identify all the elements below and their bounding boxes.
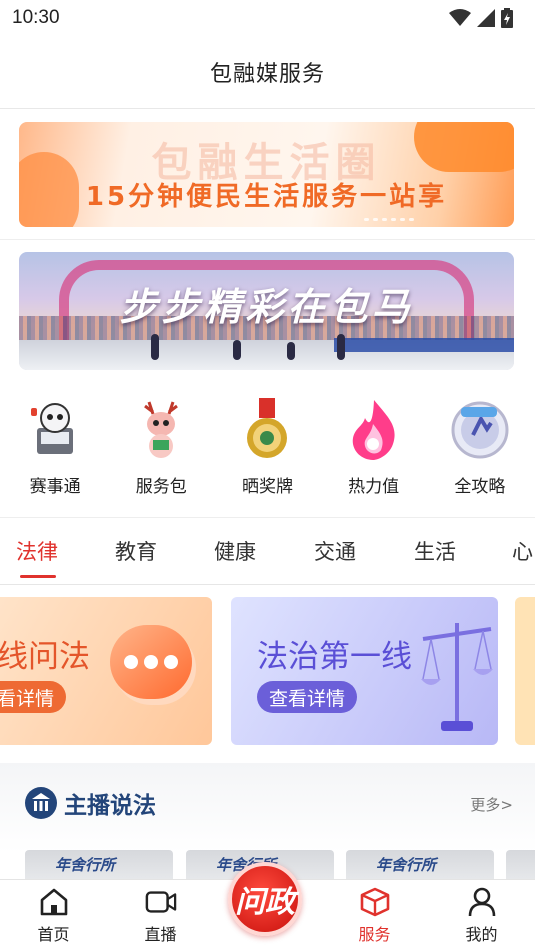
deer-mascot-icon (129, 398, 193, 462)
tab-life[interactable]: 生活 (414, 536, 456, 566)
battery-icon (501, 8, 513, 28)
flame-icon (342, 398, 406, 462)
nav-mine[interactable]: 我的 (428, 880, 535, 951)
runner-figure (151, 334, 159, 360)
nav-label: 我的 (465, 925, 498, 944)
runner-figure (287, 342, 295, 360)
card-law-frontline[interactable]: 法治第一线 查看详情 (231, 597, 498, 745)
center-button-label: 问政 (235, 885, 295, 920)
thumbnail-caption: 年舍行所 (55, 856, 116, 874)
video-thumbnail[interactable]: 年舍行所 (346, 850, 494, 880)
banner-subtitle: 15分钟便民生活服务一站享 (85, 182, 448, 212)
active-tab-indicator (20, 575, 56, 578)
status-icons (449, 8, 513, 28)
video-icon (145, 886, 177, 918)
banner-decoration (334, 338, 514, 352)
video-thumbnail[interactable] (506, 850, 535, 880)
divider (0, 239, 535, 240)
card-online-legal[interactable]: 在线问法 查看详情 (0, 597, 212, 745)
video-thumbnail[interactable]: 年舍行所 (25, 850, 173, 880)
tab-education[interactable]: 教育 (115, 536, 157, 566)
tab-psychology[interactable]: 心 (512, 536, 533, 566)
quick-link-shaijiangpai[interactable]: 晒奖牌 (217, 392, 317, 507)
quick-link-label: 服务包 (135, 477, 187, 497)
courthouse-icon (25, 787, 57, 819)
signal-icon (477, 9, 495, 27)
scales-icon (421, 623, 493, 731)
quick-links: 赛事通 服务包 晒奖牌 热力值 全攻略 (0, 392, 535, 507)
nav-label: 服务 (358, 925, 391, 944)
banner-life-circle[interactable]: 包融生活圈 15分钟便民生活服务一站享 (19, 122, 514, 227)
user-icon (466, 886, 498, 918)
home-icon (38, 886, 70, 918)
status-time: 10:30 (12, 7, 60, 28)
nav-label: 首页 (37, 925, 70, 944)
card-title: 法治第一线 (257, 639, 412, 675)
quick-link-label: 赛事通 (29, 477, 81, 497)
banner-title: 步步精彩在包马 (119, 284, 414, 329)
page-title: 包融媒服务 (209, 62, 325, 87)
nav-live[interactable]: 直播 (107, 880, 214, 951)
robot-mascot-icon (23, 398, 87, 462)
category-tabs: 法律 教育 健康 交通 生活 心 (0, 517, 535, 585)
view-details-button[interactable]: 查看详情 (257, 681, 358, 713)
runner-figure (337, 334, 345, 360)
section-header: 主播说法 (24, 786, 156, 820)
quick-link-label: 热力值 (348, 477, 400, 497)
quick-link-fuwubao[interactable]: 服务包 (111, 392, 211, 507)
banner-marathon[interactable]: 步步精彩在包马 (19, 252, 514, 370)
thumbnail-caption: 年舍行所 (376, 856, 437, 874)
nav-home[interactable]: 首页 (0, 880, 107, 951)
quick-link-label: 晒奖牌 (241, 477, 293, 497)
runner-figure (233, 340, 241, 360)
service-cards: 在线问法 查看详情 法治第一线 查看详情 (0, 597, 535, 747)
quick-link-quangonglue[interactable]: 全攻略 (430, 392, 530, 507)
chat-bubble-icon (110, 625, 192, 699)
medal-icon (235, 398, 299, 462)
tab-health[interactable]: 健康 (214, 536, 256, 566)
view-details-button[interactable]: 查看详情 (0, 681, 67, 713)
card-title: 在线问法 (0, 639, 90, 675)
page-header: 包融媒服务 (0, 36, 535, 109)
section-title: 主播说法 (64, 792, 156, 819)
card-next-partial[interactable] (515, 597, 535, 745)
tab-law[interactable]: 法律 (16, 536, 58, 566)
wifi-icon (449, 9, 471, 26)
quick-link-label: 全攻略 (454, 477, 506, 497)
nav-services[interactable]: 服务 (321, 880, 428, 951)
tab-traffic[interactable]: 交通 (314, 536, 356, 566)
more-link[interactable]: 更多> (470, 794, 513, 815)
quick-link-saishitong[interactable]: 赛事通 (5, 392, 105, 507)
box-icon (359, 886, 391, 918)
badge-icon (448, 398, 512, 462)
center-wenzheng-button[interactable]: 问政 (228, 862, 302, 936)
quick-link-relizhi[interactable]: 热力值 (324, 392, 424, 507)
status-bar: 10:30 (0, 0, 535, 36)
nav-label: 直播 (144, 925, 177, 944)
carousel-dots (364, 218, 414, 221)
